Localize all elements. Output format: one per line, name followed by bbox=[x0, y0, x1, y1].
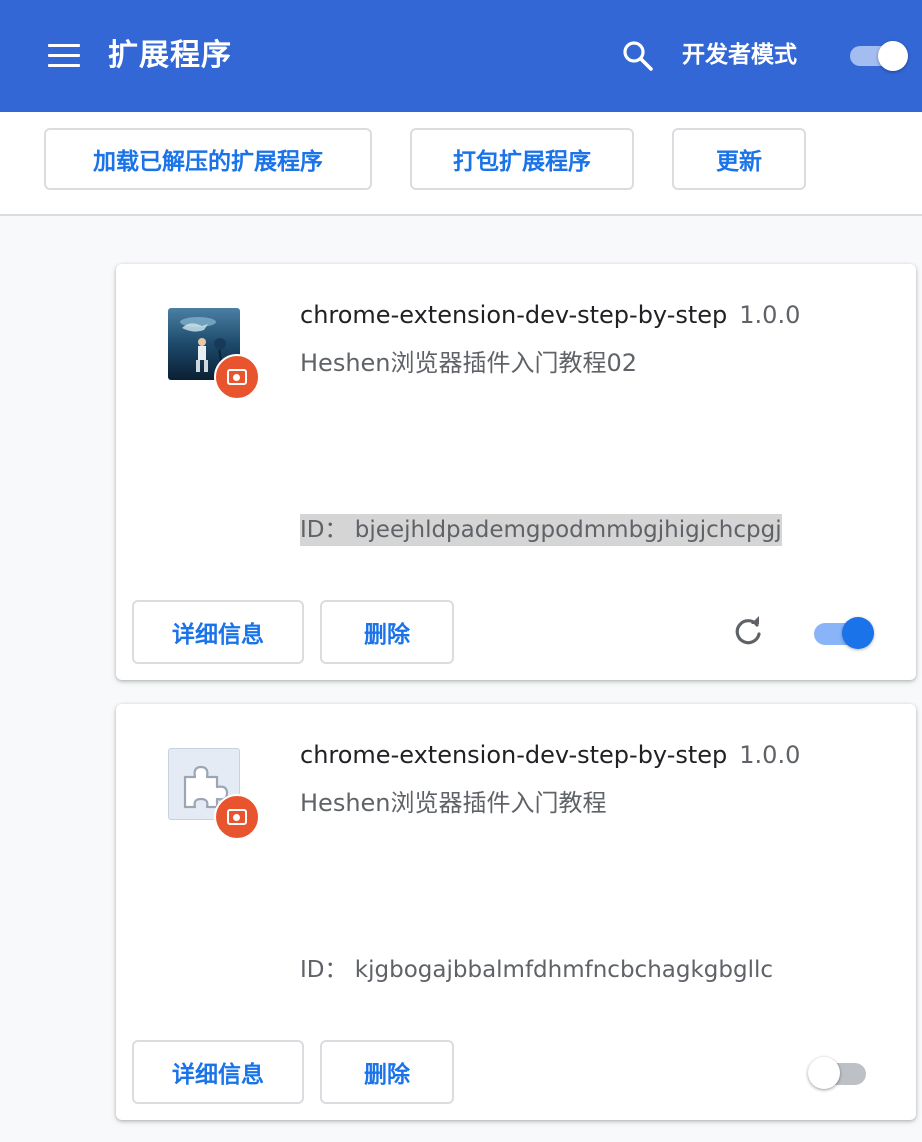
developer-mode-label: 开发者模式 bbox=[682, 42, 797, 68]
update-button[interactable]: 更新 bbox=[672, 128, 806, 190]
extension-enable-toggle[interactable] bbox=[808, 1056, 872, 1090]
remove-button[interactable]: 删除 bbox=[320, 600, 454, 664]
developer-mode-toggle[interactable] bbox=[848, 41, 912, 71]
load-unpacked-button[interactable]: 加载已解压的扩展程序 bbox=[44, 128, 372, 190]
toolbar: 加载已解压的扩展程序 打包扩展程序 更新 bbox=[0, 112, 922, 216]
unpacked-extension-badge-icon bbox=[214, 354, 260, 400]
extension-name-row: chrome-extension-dev-step-by-step 1.0.0 bbox=[300, 298, 800, 332]
pack-extension-button[interactable]: 打包扩展程序 bbox=[410, 128, 634, 190]
extension-icon bbox=[168, 308, 260, 400]
app-header: 扩展程序 开发者模式 bbox=[0, 0, 922, 112]
extension-card: chrome-extension-dev-step-by-step 1.0.0 H… bbox=[116, 264, 916, 680]
menu-icon[interactable] bbox=[48, 44, 80, 68]
details-button[interactable]: 详细信息 bbox=[132, 600, 304, 664]
extension-card: chrome-extension-dev-step-by-step 1.0.0 H… bbox=[116, 704, 916, 1120]
extension-id[interactable]: ID： bjeejhldpademgpodmmbgjhigjchcpgj bbox=[300, 514, 782, 546]
extension-version: 1.0.0 bbox=[739, 301, 801, 329]
extension-name: chrome-extension-dev-step-by-step bbox=[300, 301, 728, 329]
extension-enable-toggle[interactable] bbox=[812, 616, 876, 650]
extension-name-row: chrome-extension-dev-step-by-step 1.0.0 bbox=[300, 738, 800, 772]
extension-description: Heshen浏览器插件入门教程02 bbox=[300, 349, 638, 377]
remove-button[interactable]: 删除 bbox=[320, 1040, 454, 1104]
reload-icon[interactable] bbox=[730, 614, 766, 650]
extension-description: Heshen浏览器插件入门教程 bbox=[300, 789, 607, 817]
search-icon[interactable] bbox=[620, 38, 656, 74]
details-button[interactable]: 详细信息 bbox=[132, 1040, 304, 1104]
page-title: 扩展程序 bbox=[108, 38, 232, 73]
extension-icon bbox=[168, 748, 260, 840]
extension-version: 1.0.0 bbox=[739, 741, 801, 769]
unpacked-extension-badge-icon bbox=[214, 794, 260, 840]
extension-name: chrome-extension-dev-step-by-step bbox=[300, 741, 728, 769]
extension-id[interactable]: ID： kjgbogajbbalmfdhmfncbchagkgbgllc bbox=[300, 954, 773, 986]
